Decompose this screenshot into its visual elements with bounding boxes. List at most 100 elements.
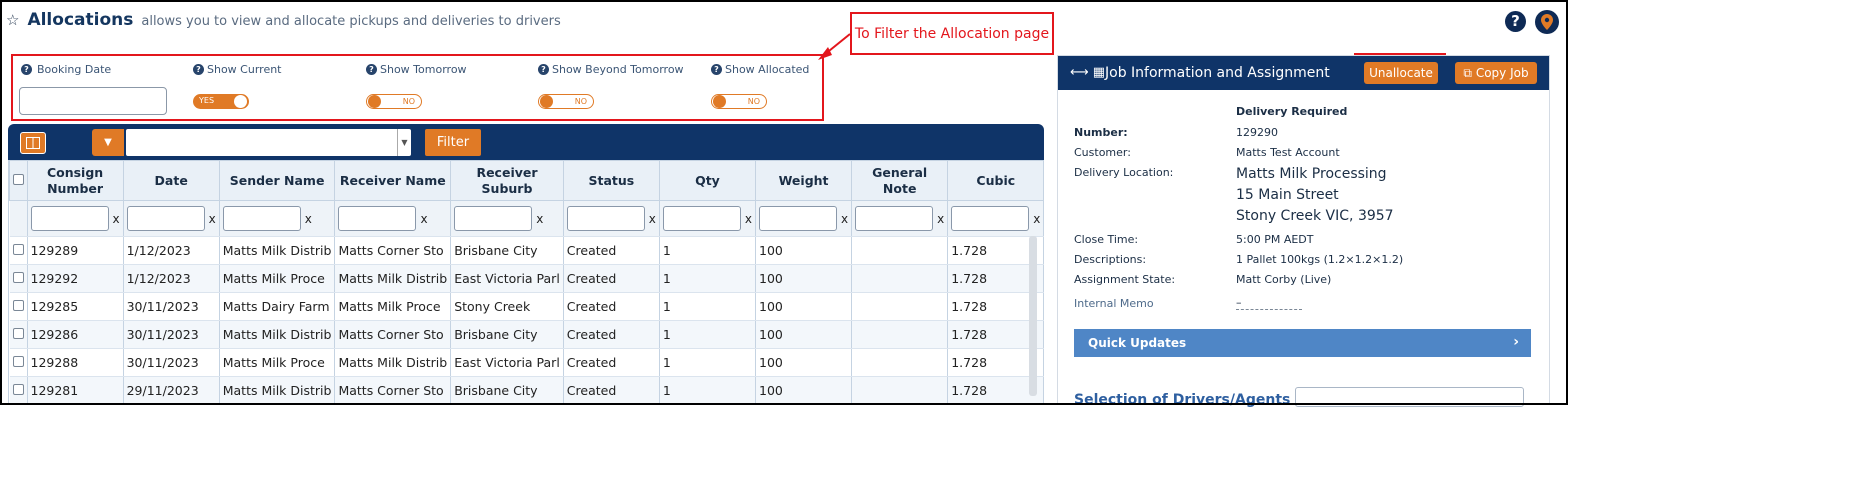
- clear-filter-icon[interactable]: x: [649, 212, 656, 226]
- clear-filter-icon[interactable]: x: [745, 212, 752, 226]
- col-sender-name[interactable]: Sender Name: [218, 160, 336, 201]
- cell-sender-name: Matts Dairy Farm: [219, 292, 336, 321]
- filter-dropdown-button[interactable]: ▼: [92, 129, 124, 156]
- col-weight[interactable]: Weight: [755, 160, 853, 201]
- question-icon: ?: [538, 64, 549, 75]
- show-current-label: ? Show Current: [193, 63, 282, 76]
- column-filter-input[interactable]: [126, 206, 205, 231]
- cell-consign-number: 129288: [27, 348, 124, 377]
- row-checkbox[interactable]: [12, 328, 24, 339]
- row-checkbox[interactable]: [12, 272, 24, 283]
- cell-consign-number: 129281: [27, 376, 124, 405]
- column-filter-input[interactable]: [759, 206, 838, 231]
- cell-consign-number: 129289: [27, 236, 124, 265]
- col-general-note[interactable]: General Note: [851, 160, 949, 201]
- cell-general-note: [851, 376, 949, 405]
- row-checkbox[interactable]: [12, 356, 24, 367]
- clear-filter-icon[interactable]: x: [937, 212, 944, 226]
- table-row[interactable]: 129292 1/12/2023 Matts Milk Proce Matts Mil…: [9, 264, 1044, 293]
- cell-sender-name: Matts Milk Distrib: [219, 320, 336, 349]
- column-filter-input[interactable]: [662, 206, 741, 231]
- clear-filter-icon[interactable]: x: [1033, 212, 1040, 226]
- quick-updates-label: Quick Updates: [1088, 336, 1187, 350]
- cell-status: Created: [563, 236, 660, 265]
- col-date[interactable]: Date: [122, 160, 220, 201]
- col-consign-number[interactable]: Consign Number: [26, 160, 124, 201]
- help-icon[interactable]: ?: [1505, 11, 1526, 32]
- clear-filter-icon[interactable]: x: [420, 212, 427, 226]
- filter-consign-number: x: [27, 200, 124, 237]
- col-cubic[interactable]: Cubic: [947, 160, 1044, 201]
- cell-status: Created: [563, 292, 660, 321]
- descriptions-value: 1 Pallet 100kgs (1.2×1.2×1.2): [1236, 253, 1404, 266]
- cell-receiver-name: Matts Milk Proce: [334, 292, 452, 321]
- clear-filter-icon[interactable]: x: [841, 212, 848, 226]
- delivery-location-line-3: Stony Creek VIC, 3957: [1236, 208, 1394, 224]
- clear-filter-icon[interactable]: x: [305, 212, 312, 226]
- drivers-agents-title: Selection of Drivers/Agents: [1074, 392, 1291, 408]
- row-select-cell: [9, 236, 28, 265]
- booking-date-label: ? Booking Date: [21, 63, 111, 76]
- drivers-agents-input[interactable]: [1295, 387, 1524, 407]
- table-row[interactable]: 129285 30/11/2023 Matts Dairy Farm Matts Mi…: [9, 292, 1044, 321]
- col-qty[interactable]: Qty: [658, 160, 757, 201]
- cell-general-note: [851, 320, 949, 349]
- select-all-cell[interactable]: [9, 160, 28, 201]
- allocations-table: Consign Number Date Sender Name Receiver…: [8, 160, 1044, 405]
- col-receiver-name[interactable]: Receiver Name: [334, 160, 452, 201]
- cell-general-note: [851, 264, 949, 293]
- column-chooser-button[interactable]: [20, 132, 46, 154]
- cell-weight: 100: [755, 292, 853, 321]
- row-checkbox[interactable]: [12, 244, 24, 255]
- column-filter-input[interactable]: [30, 206, 109, 231]
- table-row[interactable]: 129286 30/11/2023 Matts Milk Distrib Matts …: [9, 320, 1044, 349]
- cell-sender-name: Matts Milk Distrib: [219, 376, 336, 405]
- column-filter-row: x x x x x x x x x x: [9, 200, 1044, 237]
- column-filter-input[interactable]: [222, 206, 301, 231]
- expand-table-icon[interactable]: ⟷ ▦: [1070, 65, 1105, 80]
- location-pin-icon[interactable]: [1535, 10, 1559, 34]
- column-filter-input[interactable]: [855, 206, 934, 231]
- cell-consign-number: 129285: [27, 292, 124, 321]
- show-allocated-toggle[interactable]: NO: [711, 94, 767, 109]
- assignment-state-label: Assignment State:: [1074, 273, 1176, 286]
- column-filter-input[interactable]: [951, 206, 1030, 231]
- table-scrollbar[interactable]: [1029, 236, 1037, 396]
- page-header: ☆ Allocations allows you to view and all…: [6, 10, 561, 30]
- clear-filter-icon[interactable]: x: [536, 212, 543, 226]
- filter-search-input[interactable]: ▼: [126, 129, 411, 156]
- favorite-star-icon[interactable]: ☆: [6, 11, 19, 29]
- cell-general-note: [851, 348, 949, 377]
- internal-memo-value[interactable]: –: [1236, 296, 1242, 309]
- clear-filter-icon[interactable]: x: [113, 212, 120, 226]
- column-filter-input[interactable]: [338, 206, 417, 231]
- table-row[interactable]: 129288 30/11/2023 Matts Milk Proce Matts Mi…: [9, 348, 1044, 377]
- copy-icon: ⧉: [1463, 66, 1476, 80]
- annotation-filter-note: To Filter the Allocation page: [850, 12, 1054, 55]
- chevron-down-icon[interactable]: ▼: [397, 129, 411, 156]
- unallocate-button[interactable]: Unallocate: [1364, 62, 1438, 84]
- clear-filter-icon[interactable]: x: [209, 212, 216, 226]
- filter-button[interactable]: Filter: [425, 129, 481, 156]
- column-filter-input[interactable]: [454, 206, 533, 231]
- table-row[interactable]: 129289 1/12/2023 Matts Milk Distrib Matts C…: [9, 236, 1044, 265]
- select-all-checkbox[interactable]: [12, 173, 24, 185]
- table-row[interactable]: 129281 29/11/2023 Matts Milk Distrib Matts …: [9, 376, 1044, 405]
- col-status[interactable]: Status: [562, 160, 660, 201]
- column-filter-input[interactable]: [566, 206, 645, 231]
- col-receiver-suburb[interactable]: Receiver Suburb: [450, 160, 564, 201]
- row-checkbox[interactable]: [12, 384, 24, 395]
- cell-status: Created: [563, 320, 660, 349]
- show-current-toggle[interactable]: YES: [193, 94, 249, 109]
- booking-date-input[interactable]: [19, 87, 167, 115]
- copy-job-button[interactable]: ⧉ Copy Job: [1455, 62, 1537, 84]
- cell-weight: 100: [755, 264, 853, 293]
- quick-updates-bar[interactable]: Quick Updates ›: [1074, 329, 1531, 357]
- show-tomorrow-toggle[interactable]: NO: [366, 94, 422, 109]
- row-checkbox[interactable]: [12, 300, 24, 311]
- number-label: Number:: [1074, 126, 1128, 139]
- cell-weight: 100: [755, 376, 853, 405]
- row-select-cell: [9, 264, 28, 293]
- show-beyond-tomorrow-toggle[interactable]: NO: [538, 94, 594, 109]
- close-time-label: Close Time:: [1074, 233, 1139, 246]
